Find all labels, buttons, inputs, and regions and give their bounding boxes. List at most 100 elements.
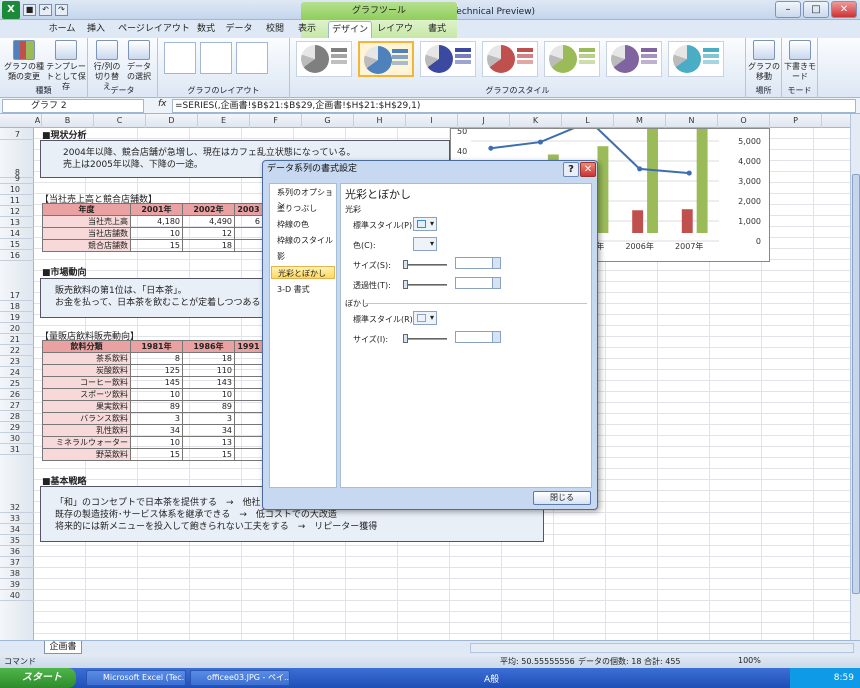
horizontal-scrollbar[interactable]	[470, 643, 854, 653]
start-button[interactable]: スタート	[0, 668, 76, 688]
tab-formulas[interactable]: 数式	[192, 21, 220, 38]
nav-border-color[interactable]: 枠線の色	[271, 218, 335, 231]
row-header-8[interactable]: 8	[0, 140, 34, 178]
help-icon[interactable]: ?	[563, 162, 579, 177]
column-header-H[interactable]: H	[354, 114, 406, 128]
row-header-7[interactable]: 7	[0, 128, 34, 140]
dialog-close-icon[interactable]: ✕	[580, 162, 596, 177]
glow-color-dropdown[interactable]: ▾	[413, 237, 437, 251]
column-header-L[interactable]: L	[562, 114, 614, 128]
column-header-E[interactable]: E	[198, 114, 250, 128]
tab-page-layout[interactable]: ページレイアウト	[114, 21, 194, 38]
change-chart-type-button[interactable]: グラフの種類の変更	[4, 40, 44, 82]
column-header-A[interactable]: A	[34, 114, 42, 128]
nav-glow-soft-edges[interactable]: 光彩とぼかし	[271, 266, 335, 279]
minimize-button[interactable]: –	[775, 1, 801, 18]
chart-style-2[interactable]	[358, 41, 414, 77]
nav-series-options[interactable]: 系列のオプション	[271, 186, 335, 210]
formula-input[interactable]: =SERIES(,企画書!$B$21:$B$29,企画書!$H$21:$H$29…	[172, 99, 856, 113]
row-header-16[interactable]: 16	[0, 250, 34, 261]
column-header-J[interactable]: J	[458, 114, 510, 128]
glow-transparency-spinner[interactable]	[455, 277, 501, 289]
draft-mode-button[interactable]: 下書きモード	[784, 40, 816, 82]
row-header-36[interactable]: 36	[0, 546, 34, 557]
glow-size-spinner[interactable]	[455, 257, 501, 269]
column-header-F[interactable]: F	[250, 114, 302, 128]
column-header-M[interactable]: M	[614, 114, 666, 128]
row-header-25[interactable]: 25	[0, 378, 34, 389]
row-header-17[interactable]: 17	[0, 261, 34, 301]
chart-style-3[interactable]	[420, 41, 476, 77]
layout-thumb-2[interactable]	[200, 42, 232, 74]
tab-review[interactable]: 校閲	[260, 21, 290, 38]
glow-size-slider[interactable]	[403, 260, 447, 269]
column-header-B[interactable]: B	[42, 114, 94, 128]
row-header-31[interactable]: 31	[0, 444, 34, 455]
row-header-10[interactable]: 10	[0, 184, 34, 195]
status-zoom[interactable]: 100%	[738, 656, 761, 665]
row-header-13[interactable]: 13	[0, 217, 34, 228]
tab-layout[interactable]: レイアウト	[374, 21, 416, 51]
glow-transparency-slider[interactable]	[403, 280, 447, 289]
close-window-button[interactable]: ✕	[831, 1, 857, 18]
sheet-tab[interactable]: 企画書	[44, 641, 82, 654]
tab-home[interactable]: ホーム	[44, 21, 80, 38]
row-header-21[interactable]: 21	[0, 334, 34, 345]
column-header-N[interactable]: N	[666, 114, 718, 128]
row-header-34[interactable]: 34	[0, 524, 34, 535]
taskbar-excel[interactable]: Microsoft Excel (Tec...	[86, 670, 186, 686]
column-header-C[interactable]: C	[94, 114, 146, 128]
row-header-39[interactable]: 39	[0, 579, 34, 590]
soft-size-slider[interactable]	[403, 334, 447, 343]
row-header-33[interactable]: 33	[0, 513, 34, 524]
select-data-button[interactable]: データの選択	[124, 40, 154, 82]
row-header-14[interactable]: 14	[0, 228, 34, 239]
close-button[interactable]: 閉じる	[533, 491, 591, 505]
row-header-18[interactable]: 18	[0, 301, 34, 312]
soft-preset-dropdown[interactable]: ▾	[413, 311, 437, 325]
row-header-24[interactable]: 24	[0, 367, 34, 378]
row-header-32[interactable]: 32	[0, 455, 34, 513]
glow-preset-dropdown[interactable]: ▾	[413, 217, 437, 231]
row-header-22[interactable]: 22	[0, 345, 34, 356]
column-header-I[interactable]: I	[406, 114, 458, 128]
chart-style-1[interactable]	[296, 41, 352, 77]
row-header-26[interactable]: 26	[0, 389, 34, 400]
tab-insert[interactable]: 挿入	[82, 21, 110, 38]
row-header-23[interactable]: 23	[0, 356, 34, 367]
row-header-29[interactable]: 29	[0, 422, 34, 433]
chart-style-7[interactable]	[668, 41, 724, 77]
move-chart-button[interactable]: グラフの移動	[748, 40, 780, 82]
tab-data[interactable]: データ	[224, 21, 254, 38]
vertical-scrollbar[interactable]	[850, 114, 860, 642]
row-header-11[interactable]: 11	[0, 195, 34, 206]
chart-style-5[interactable]	[544, 41, 600, 77]
nav-3d-format[interactable]: 3-D 書式	[271, 283, 335, 296]
maximize-button[interactable]: □	[803, 1, 829, 18]
tab-format[interactable]: 書式	[420, 21, 454, 38]
tab-view[interactable]: 表示	[294, 21, 320, 38]
row-header-19[interactable]: 19	[0, 312, 34, 323]
nav-fill[interactable]: 塗りつぶし	[271, 202, 335, 215]
row-header-37[interactable]: 37	[0, 557, 34, 568]
column-header-K[interactable]: K	[510, 114, 562, 128]
soft-size-spinner[interactable]	[455, 331, 501, 343]
tab-design[interactable]: デザイン	[328, 21, 372, 38]
nav-shadow[interactable]: 影	[271, 250, 335, 263]
layout-thumb-3[interactable]	[236, 42, 268, 74]
row-header-20[interactable]: 20	[0, 323, 34, 334]
column-header-O[interactable]: O	[718, 114, 770, 128]
chart-style-6[interactable]	[606, 41, 662, 77]
chart-style-4[interactable]	[482, 41, 538, 77]
row-header-35[interactable]: 35	[0, 535, 34, 546]
row-header-38[interactable]: 38	[0, 568, 34, 579]
row-header-40[interactable]: 40	[0, 590, 34, 601]
row-header-30[interactable]: 30	[0, 433, 34, 444]
nav-border-style[interactable]: 枠線のスタイル	[271, 234, 335, 247]
vertical-scroll-thumb[interactable]	[852, 174, 860, 594]
row-header-12[interactable]: 12	[0, 206, 34, 217]
column-header-P[interactable]: P	[770, 114, 822, 128]
column-header-D[interactable]: D	[146, 114, 198, 128]
row-header-15[interactable]: 15	[0, 239, 34, 250]
fx-icon[interactable]: fx	[158, 99, 167, 109]
